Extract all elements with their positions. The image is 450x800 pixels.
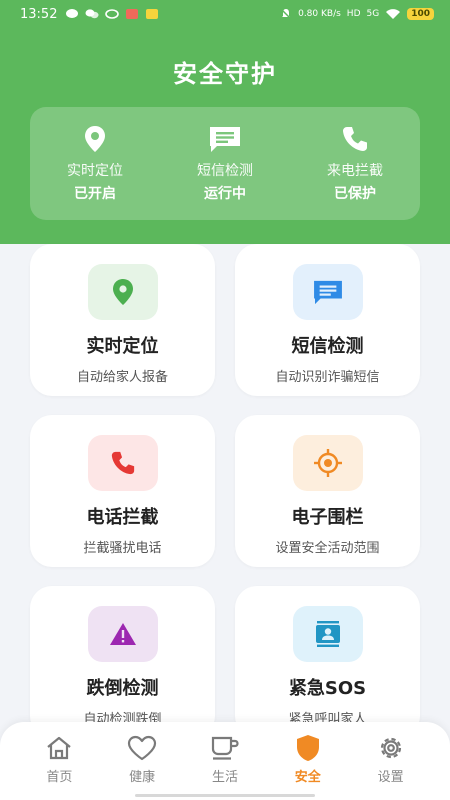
card-icon-box bbox=[87, 435, 158, 491]
card-icon-box bbox=[87, 606, 158, 662]
card-icon-box bbox=[292, 606, 363, 662]
phone-icon bbox=[343, 127, 367, 151]
feature-card-sos[interactable]: 紧急SOS 紧急呼叫家人 bbox=[235, 586, 420, 738]
summary-label: 来电拦截 bbox=[327, 163, 383, 179]
nav-label: 设置 bbox=[377, 770, 404, 785]
contact-card-icon bbox=[315, 621, 340, 647]
battery-indicator: 100 bbox=[407, 8, 434, 20]
bottom-nav: 首页 健康 生活 安全 设置 bbox=[0, 722, 450, 800]
card-title: 短信检测 bbox=[291, 336, 364, 357]
card-desc: 拦截骚扰电话 bbox=[83, 541, 162, 556]
nav-label: 健康 bbox=[129, 770, 156, 785]
heart-icon bbox=[128, 735, 157, 761]
nav-item-security[interactable]: 安全 bbox=[273, 722, 343, 800]
summary-status: 已开启 bbox=[74, 186, 116, 202]
wechat-icon bbox=[85, 9, 99, 19]
network-speed: 0.80 KB/s bbox=[298, 9, 341, 19]
shield-icon bbox=[296, 735, 319, 761]
page-title: 安全守护 bbox=[173, 60, 277, 88]
app-badge-icon bbox=[146, 9, 159, 19]
summary-status: 已保护 bbox=[334, 186, 376, 202]
feature-card-call-block[interactable]: 电话拦截 拦截骚扰电话 bbox=[30, 415, 215, 567]
summary-label: 短信检测 bbox=[197, 163, 253, 179]
card-title: 跌倒检测 bbox=[86, 678, 159, 699]
status-time: 13:52 bbox=[20, 6, 58, 22]
card-title: 紧急SOS bbox=[288, 678, 367, 699]
card-title: 实时定位 bbox=[86, 336, 159, 357]
summary-status: 运行中 bbox=[204, 186, 246, 202]
location-pin-icon bbox=[85, 126, 105, 152]
home-indicator bbox=[135, 794, 315, 797]
location-pin-icon bbox=[112, 279, 133, 305]
summary-item-location: 实时定位 已开启 bbox=[40, 124, 150, 203]
card-title: 电话拦截 bbox=[86, 507, 159, 528]
target-icon bbox=[313, 449, 342, 477]
card-desc: 设置安全活动范围 bbox=[275, 541, 380, 556]
summary-item-sms: 短信检测 运行中 bbox=[170, 124, 280, 203]
summary-item-call: 来电拦截 已保护 bbox=[300, 124, 410, 203]
message-icon bbox=[313, 280, 342, 305]
status-bar: 13:52 0.80 KB/s HD 5G 100 bbox=[0, 0, 450, 28]
nav-label: 生活 bbox=[211, 770, 238, 785]
feature-card-geofence[interactable]: 电子围栏 设置安全活动范围 bbox=[235, 415, 420, 567]
message-icon bbox=[210, 127, 240, 152]
status-summary-panel: 实时定位 已开启 短信检测 运行中 来电拦截 已保护 bbox=[30, 107, 420, 220]
phone-icon bbox=[111, 451, 134, 475]
cup-icon bbox=[211, 736, 239, 760]
card-desc: 自动给家人报备 bbox=[76, 370, 168, 385]
warning-icon bbox=[109, 623, 136, 645]
nav-label: 首页 bbox=[46, 770, 73, 785]
header: 安全守护 实时定位 已开启 短信检测 运行中 来电拦截 已保护 bbox=[0, 28, 450, 244]
mute-icon bbox=[280, 8, 292, 20]
wifi-icon bbox=[386, 9, 401, 19]
feature-card-fall-detection[interactable]: 跌倒检测 自动检测跌倒 bbox=[30, 586, 215, 738]
nav-item-home[interactable]: 首页 bbox=[24, 722, 94, 800]
card-icon-box bbox=[292, 264, 363, 320]
signal-label: 5G bbox=[366, 9, 380, 19]
card-icon-box bbox=[292, 435, 363, 491]
app-badge-icon bbox=[126, 9, 139, 19]
home-icon bbox=[47, 736, 72, 760]
app-icon bbox=[105, 9, 120, 19]
nav-item-life[interactable]: 生活 bbox=[190, 722, 260, 800]
card-icon-box bbox=[87, 264, 158, 320]
nav-item-health[interactable]: 健康 bbox=[107, 722, 177, 800]
card-desc: 自动识别诈骗短信 bbox=[275, 370, 380, 385]
card-title: 电子围栏 bbox=[291, 507, 364, 528]
nav-item-settings[interactable]: 设置 bbox=[356, 722, 426, 800]
feature-card-sms[interactable]: 短信检测 自动识别诈骗短信 bbox=[235, 244, 420, 396]
chat-bubble-icon bbox=[66, 9, 79, 18]
feature-card-location[interactable]: 实时定位 自动给家人报备 bbox=[30, 244, 215, 396]
nav-label: 安全 bbox=[294, 770, 321, 785]
gear-icon bbox=[380, 737, 401, 759]
hd-badge: HD bbox=[346, 9, 361, 19]
summary-label: 实时定位 bbox=[67, 163, 123, 179]
